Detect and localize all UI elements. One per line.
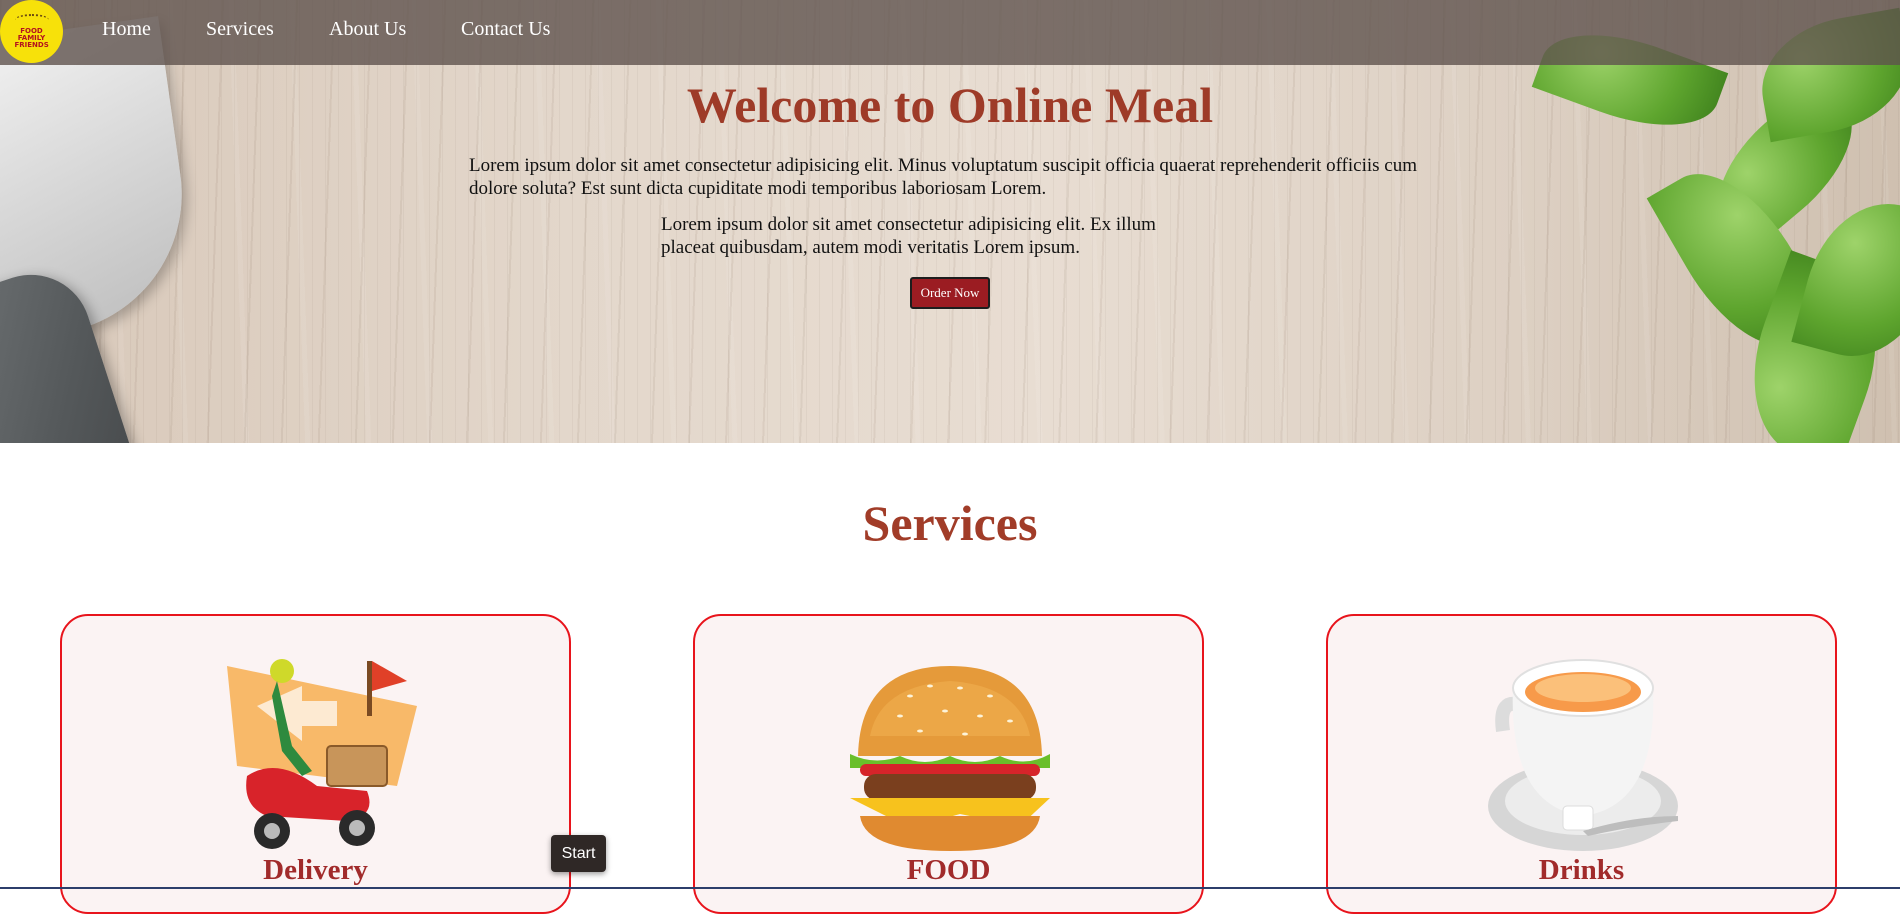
order-now-button[interactable]: Order Now [910,277,990,309]
services-title: Services [862,495,1038,551]
logo-sun-icon [14,14,49,26]
start-button[interactable]: Start [551,835,606,872]
burger-icon [850,666,1050,851]
hero-paragraph-1: Lorem ipsum dolor sit amet consectetur a… [469,155,1418,199]
hero-title: Welcome to Online Meal [686,77,1214,133]
nav-link-contact-us[interactable]: Contact Us [461,18,550,41]
service-card-delivery[interactable]: Delivery [60,614,571,914]
service-card-drinks[interactable]: Drinks [1326,614,1837,914]
card-label: Drinks [1538,854,1625,886]
nav-link-about-us[interactable]: About Us [329,18,406,41]
hero-section: Welcome to Online Meal Lorem ipsum dolor… [0,0,1900,443]
service-card-food[interactable]: FOOD [693,614,1204,914]
nav-link-home[interactable]: Home [102,18,151,41]
card-label: FOOD [906,854,991,886]
tea-cup-icon [1488,659,1678,851]
navbar: FOOD FAMILY FRIENDS Home Services About … [0,0,1900,65]
hero-paragraph-2: Lorem ipsum dolor sit amet consectetur a… [661,214,1156,258]
parsley-leaf-decoration [1791,187,1900,373]
card-label: Delivery [263,854,368,886]
delivery-scooter-icon [227,659,417,849]
logo[interactable]: FOOD FAMILY FRIENDS [0,0,63,63]
nav-link-services[interactable]: Services [206,18,274,41]
logo-text: FOOD FAMILY FRIENDS [14,27,49,49]
